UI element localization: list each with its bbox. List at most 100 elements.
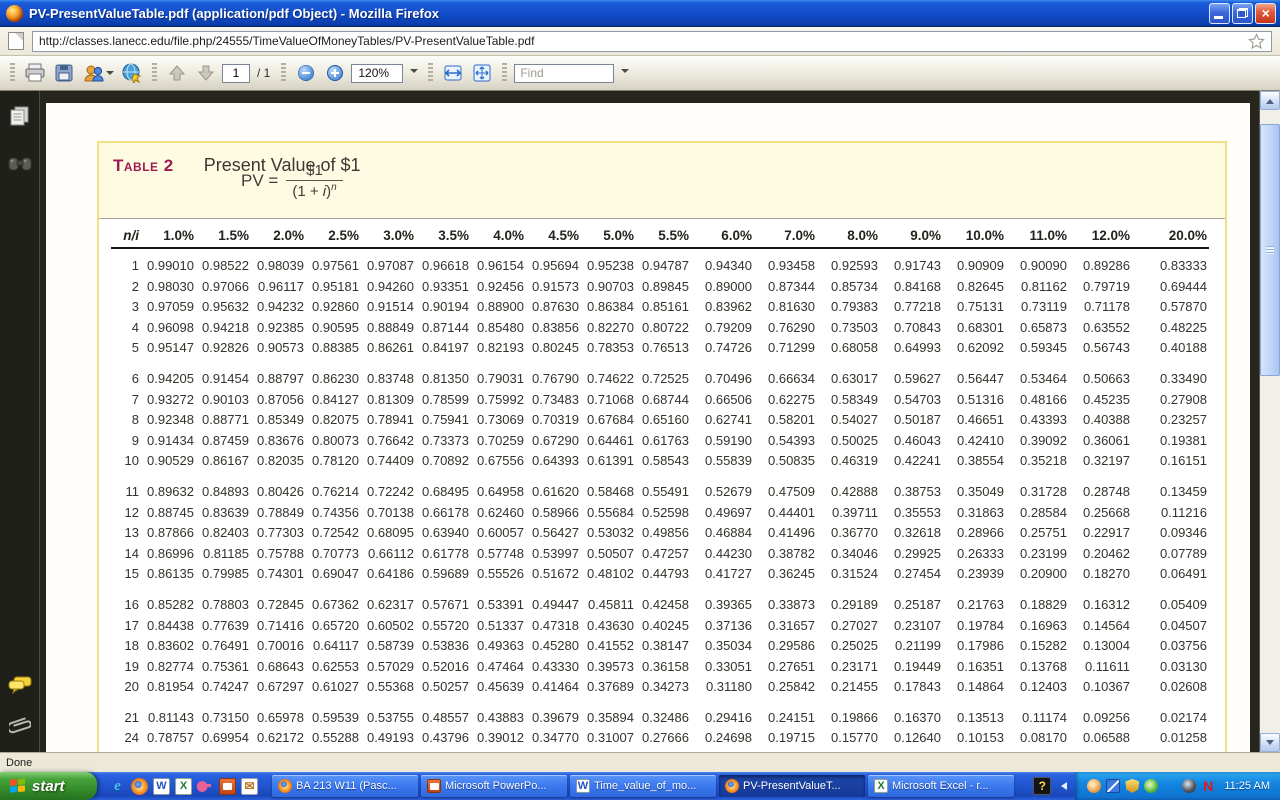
question-mark-tray-icon[interactable]: ? xyxy=(1033,777,1051,795)
web-buy-button[interactable] xyxy=(119,60,145,86)
taskbar-button[interactable]: Microsoft PowerPo... xyxy=(421,775,567,797)
excel-icon[interactable] xyxy=(175,778,192,795)
messenger-icon[interactable] xyxy=(1087,779,1101,793)
restore-button[interactable] xyxy=(1232,3,1253,24)
hide-icons-chevron-icon[interactable] xyxy=(1057,782,1067,790)
internet-explorer-icon[interactable] xyxy=(109,778,126,795)
table-cell: 0.97059 xyxy=(139,297,194,318)
rate-header: 4.5% xyxy=(524,219,579,247)
start-button[interactable]: start xyxy=(0,772,97,800)
window-titlebar[interactable]: PV-PresentValueTable.pdf (application/pd… xyxy=(0,0,1280,27)
collaborate-button[interactable] xyxy=(80,60,116,86)
table-cell: 0.58543 xyxy=(634,451,689,472)
table-cell: 0.39711 xyxy=(815,503,878,524)
update-icon[interactable] xyxy=(1144,779,1158,793)
table-cell: 0.85480 xyxy=(469,318,524,339)
taskbar-button[interactable]: BA 213 W11 (Pasc... xyxy=(272,775,418,797)
table-cell: 0.47509 xyxy=(752,482,815,503)
rate-header: 9.0% xyxy=(878,219,941,247)
fit-width-button[interactable] xyxy=(440,60,466,86)
table-cell: 0.55526 xyxy=(469,564,524,585)
volume-icon[interactable] xyxy=(1182,779,1196,793)
firefox-logo-icon xyxy=(6,5,23,22)
table-cell: 0.34770 xyxy=(524,728,579,749)
table-cell: 0.26333 xyxy=(941,544,1004,565)
table-cell: 0.14864 xyxy=(941,677,1004,698)
table-row: 40.960980.942180.923850.905950.888490.87… xyxy=(111,318,1225,339)
table-cell: 0.47318 xyxy=(524,616,579,637)
toolbar-grip xyxy=(281,63,286,83)
period-cell: 2 xyxy=(111,277,139,298)
table-cell: 0.16351 xyxy=(941,657,1004,678)
firefox-icon[interactable] xyxy=(131,778,148,795)
table-cell: 0.39365 xyxy=(689,595,752,616)
table-cell: 0.49447 xyxy=(524,595,579,616)
table-cell: 0.78803 xyxy=(194,595,249,616)
word-icon xyxy=(576,779,590,793)
table-cell: 0.45235 xyxy=(1067,390,1130,411)
status-bar: Done xyxy=(0,752,1280,772)
table-cell: 0.12403 xyxy=(1004,677,1067,698)
table-cell: 0.37689 xyxy=(579,677,634,698)
table-cell: 0.03756 xyxy=(1130,636,1207,657)
next-page-button[interactable] xyxy=(193,60,219,86)
pdf-document-area[interactable]: Table 2 Present Value of $1 PV = $1 (1 +… xyxy=(40,91,1280,752)
table-cell: 0.41496 xyxy=(752,523,815,544)
taskbar-button[interactable]: Microsoft Excel - r... xyxy=(868,775,1014,797)
zoom-level-select[interactable]: 120% xyxy=(351,64,403,83)
table-cell: 0.55684 xyxy=(579,503,634,524)
word-icon[interactable] xyxy=(153,778,170,795)
taskbar-buttons: BA 213 W11 (Pasc...Microsoft PowerPo...T… xyxy=(268,772,1025,800)
close-button[interactable]: × xyxy=(1255,3,1276,24)
vertical-scrollbar[interactable] xyxy=(1259,91,1280,752)
table-cell: 0.81162 xyxy=(1004,277,1067,298)
search-binoculars-icon[interactable] xyxy=(8,154,32,177)
print-button[interactable] xyxy=(22,60,48,86)
zoom-dropdown-button[interactable] xyxy=(406,60,421,86)
norton-icon[interactable] xyxy=(1201,779,1215,793)
table-cell: 0.52598 xyxy=(634,503,689,524)
scrollbar-thumb[interactable] xyxy=(1260,124,1280,376)
url-field[interactable]: http://classes.lanecc.edu/file.php/24555… xyxy=(32,31,1272,52)
table-cell: 0.86261 xyxy=(359,338,414,359)
address-bar: http://classes.lanecc.edu/file.php/24555… xyxy=(0,27,1280,56)
zoom-in-button[interactable] xyxy=(322,60,348,86)
attachments-paperclip-icon[interactable] xyxy=(9,713,31,742)
table-cell: 0.80426 xyxy=(249,482,304,503)
previous-page-button[interactable] xyxy=(164,60,190,86)
powerpoint-icon[interactable] xyxy=(219,778,236,795)
table-cell: 0.42888 xyxy=(815,482,878,503)
table-cell: 0.29586 xyxy=(752,636,815,657)
z-app-icon[interactable] xyxy=(1163,779,1177,793)
restore-icon xyxy=(1237,8,1248,18)
scrollbar-track[interactable] xyxy=(1260,110,1280,733)
table-cell: 0.94218 xyxy=(194,318,249,339)
page-number-input[interactable] xyxy=(222,64,250,83)
taskbar-button[interactable]: Time_value_of_mo... xyxy=(570,775,716,797)
save-button[interactable] xyxy=(51,60,77,86)
scroll-up-button[interactable] xyxy=(1260,91,1280,110)
table-cell: 0.50025 xyxy=(815,431,878,452)
table-cell: 0.70259 xyxy=(469,431,524,452)
scroll-down-button[interactable] xyxy=(1260,733,1280,752)
find-dropdown-button[interactable] xyxy=(617,60,632,86)
table-cell: 0.29416 xyxy=(689,708,752,729)
table-cell: 0.13459 xyxy=(1130,482,1207,503)
find-input[interactable] xyxy=(514,64,614,83)
security-shield-icon[interactable] xyxy=(1125,779,1139,793)
access-key-icon[interactable] xyxy=(197,778,214,795)
outlook-icon[interactable] xyxy=(241,778,258,795)
pages-panel-icon[interactable] xyxy=(9,105,31,132)
collaborate-dropdown-arrow[interactable] xyxy=(106,71,114,79)
zoom-out-button[interactable] xyxy=(293,60,319,86)
minimize-button[interactable] xyxy=(1209,3,1230,24)
taskbar-button[interactable]: PV-PresentValueT... xyxy=(719,775,865,797)
table-cell: 0.53755 xyxy=(359,708,414,729)
table-cell: 0.91434 xyxy=(139,431,194,452)
bookmark-star-icon[interactable] xyxy=(1248,33,1265,50)
utility-icon[interactable] xyxy=(1106,779,1120,793)
fit-page-button[interactable] xyxy=(469,60,495,86)
table-cell: 0.82075 xyxy=(304,410,359,431)
comments-panel-icon[interactable] xyxy=(8,676,32,699)
table-cell: 0.50663 xyxy=(1067,369,1130,390)
